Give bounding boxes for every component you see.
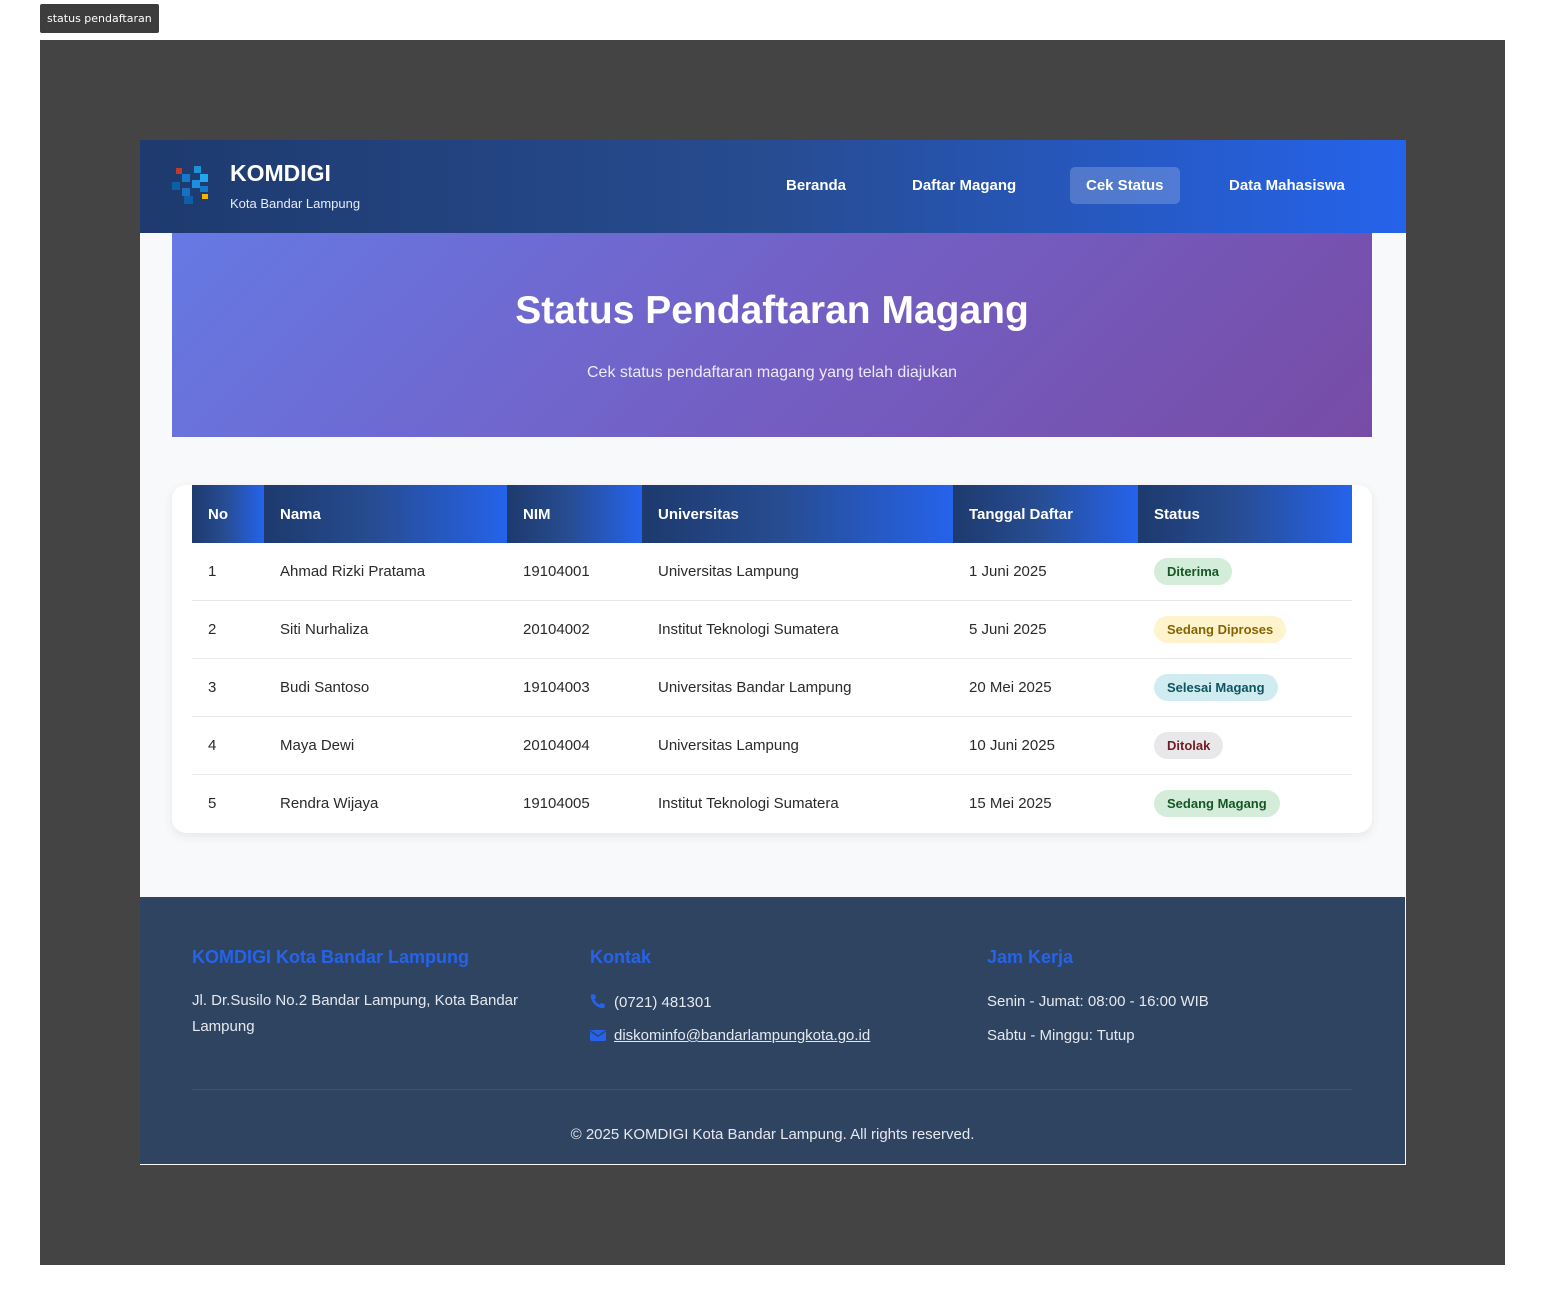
preview-canvas: KOMDIGI Kota Bandar Lampung Beranda Daft…: [40, 40, 1505, 1265]
cell-tanggal: 1 Juni 2025: [953, 543, 1138, 601]
status-badge: Diterima: [1154, 558, 1233, 585]
navbar: KOMDIGI Kota Bandar Lampung Beranda Daft…: [140, 140, 1406, 233]
cell-tanggal: 10 Juni 2025: [953, 716, 1138, 775]
cell-nama: Rendra Wijaya: [280, 795, 379, 812]
table-row: 2 Siti Nurhaliza 20104002 Institut Tekno…: [192, 600, 1352, 659]
cell-nama: Maya Dewi: [264, 716, 507, 775]
cell-nama: Budi Santoso: [264, 658, 507, 717]
cell-nim: 20104004: [507, 716, 642, 775]
status-badge: Selesai Magang: [1154, 674, 1278, 701]
footer-org-title: KOMDIGI Kota Bandar Lampung: [192, 947, 470, 967]
nav-data-mahasiswa[interactable]: Data Mahasiswa: [1213, 167, 1361, 204]
hero-banner: Status Pendaftaran Magang Cek status pen…: [172, 233, 1372, 437]
status-table: No Nama NIM Universitas Tanggal Daftar S…: [192, 485, 1352, 832]
footer: KOMDIGI Kota Bandar Lampung Jl. Dr.Susil…: [140, 897, 1405, 1164]
cell-status: Diterima: [1138, 543, 1352, 601]
envelope-icon: [590, 1030, 606, 1041]
cell-nim: 20104002: [507, 600, 642, 659]
footer-contact-title: Kontak: [590, 947, 652, 967]
footer-address: Jl. Dr.Susilo No.2 Bandar Lampung, Kota …: [192, 992, 519, 1035]
cell-tanggal: 15 Mei 2025: [969, 795, 1052, 812]
header-universitas: Universitas: [642, 485, 953, 543]
cell-nama: Siti Nurhaliza: [264, 600, 507, 659]
footer-hours-column: Jam Kerja Senin - Jumat: 08:00 - 16:00 W…: [987, 947, 1347, 1044]
cell-nama: Ahmad Rizki Pratama: [264, 543, 507, 601]
footer-phone: (0721) 481301: [614, 994, 712, 1011]
nav-beranda[interactable]: Beranda: [770, 167, 862, 204]
footer-phone-row: (0721) 481301: [590, 993, 712, 1011]
header-status: Status: [1138, 485, 1352, 543]
table-row: 1 Ahmad Rizki Pratama 19104001 Universit…: [192, 543, 1352, 601]
footer-weekday-hours: Senin - Jumat: 08:00 - 16:00 WIB: [987, 993, 1209, 1010]
footer-org-column: KOMDIGI Kota Bandar Lampung Jl. Dr.Susil…: [192, 947, 542, 1040]
cell-status: Sedang Diproses: [1138, 600, 1352, 659]
cell-nim: 19104003: [507, 658, 642, 717]
cell-universitas: Institut Teknologi Sumatera: [642, 600, 953, 659]
header-tanggal-daftar: Tanggal Daftar: [953, 485, 1138, 543]
cell-universitas: Universitas Lampung: [642, 543, 953, 601]
footer-copyright: © 2025 KOMDIGI Kota Bandar Lampung. All …: [570, 1126, 975, 1143]
komdigi-logo-icon: [172, 166, 208, 204]
table-row: 5 Rendra Wijaya 19104005 Institut Teknol…: [192, 775, 1352, 833]
cell-no: 5: [208, 795, 217, 812]
footer-email-link[interactable]: diskominfo@bandarlampungkota.go.id: [614, 1027, 870, 1044]
cell-universitas: Universitas Lampung: [642, 716, 953, 775]
footer-hours-title: Jam Kerja: [987, 947, 1074, 967]
frame-label: status pendaftaran: [40, 4, 159, 33]
cell-nim: 19104005: [523, 795, 590, 812]
footer-email-row: diskominfo@bandarlampungkota.go.id: [590, 1027, 870, 1044]
cell-status: Sedang Magang: [1138, 775, 1352, 833]
footer-divider: [192, 1089, 1352, 1090]
cell-no: 3: [192, 658, 264, 717]
cell-nim: 19104001: [507, 543, 642, 601]
cell-tanggal: 5 Juni 2025: [953, 600, 1138, 659]
cell-no: 1: [192, 543, 264, 601]
cell-no: 4: [192, 716, 264, 775]
cell-status: Selesai Magang: [1138, 658, 1352, 717]
phone-icon: [590, 994, 605, 1009]
footer-contact-column: Kontak (0721) 481301 diskominfo@bandarla…: [590, 947, 950, 1044]
status-badge: Sedang Diproses: [1154, 616, 1287, 643]
brand-subtitle: Kota Bandar Lampung: [230, 196, 361, 211]
page: KOMDIGI Kota Bandar Lampung Beranda Daft…: [140, 140, 1406, 1165]
cell-tanggal: 20 Mei 2025: [953, 658, 1138, 717]
header-nim: NIM: [507, 485, 642, 543]
page-title: Status Pendaftaran Magang: [515, 289, 1029, 332]
header-no: No: [192, 485, 264, 543]
header-nama: Nama: [264, 485, 507, 543]
footer-weekend-hours: Sabtu - Minggu: Tutup: [987, 1027, 1135, 1044]
nav-cek-status[interactable]: Cek Status: [1070, 167, 1180, 204]
cell-no: 2: [192, 600, 264, 659]
table-row: 4 Maya Dewi 20104004 Universitas Lampung…: [192, 716, 1352, 775]
cell-universitas: Institut Teknologi Sumatera: [658, 795, 839, 812]
status-table-card: No Nama NIM Universitas Tanggal Daftar S…: [172, 485, 1372, 833]
table-row: 3 Budi Santoso 19104003 Universitas Band…: [192, 658, 1352, 717]
brand-title: KOMDIGI: [230, 160, 331, 186]
table-header-row: No Nama NIM Universitas Tanggal Daftar S…: [192, 485, 1352, 543]
status-badge: Sedang Magang: [1154, 790, 1280, 817]
status-badge: Ditolak: [1154, 732, 1224, 759]
cell-universitas: Universitas Bandar Lampung: [642, 658, 953, 717]
page-subtitle: Cek status pendaftaran magang yang telah…: [586, 364, 958, 381]
cell-status: Ditolak: [1138, 716, 1352, 775]
nav-daftar-magang[interactable]: Daftar Magang: [896, 167, 1032, 204]
